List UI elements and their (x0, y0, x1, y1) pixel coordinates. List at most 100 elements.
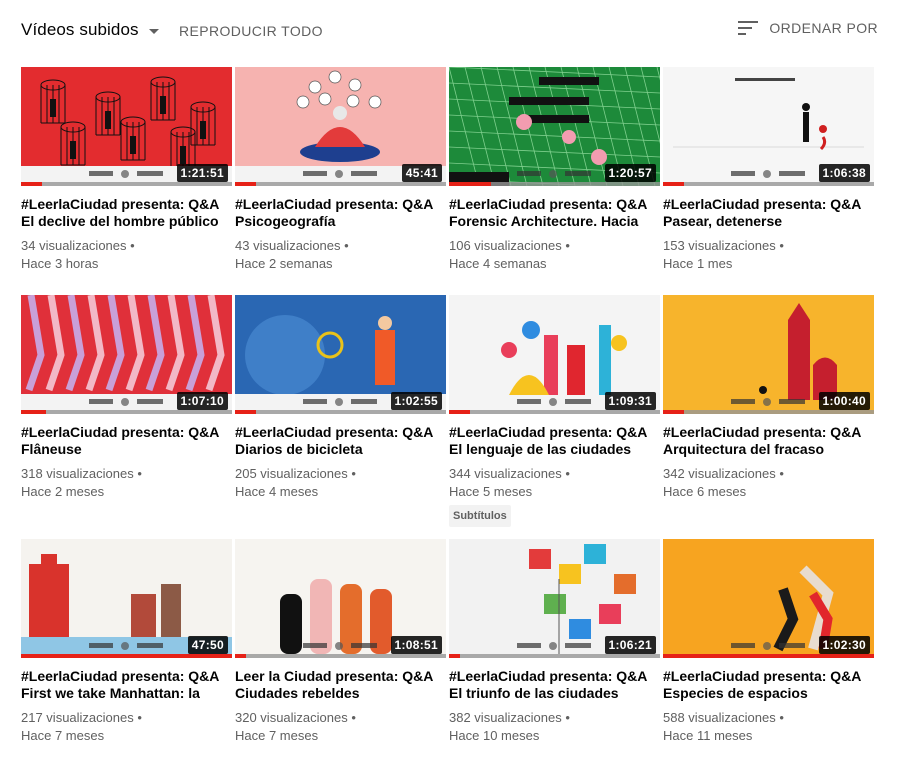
video-duration: 1:02:55 (390, 392, 442, 410)
video-thumbnail[interactable]: 1:00:40 (663, 295, 874, 414)
video-metadata: 320 visualizaciones • Hace 7 meses (235, 709, 446, 745)
video-metadata: 106 visualizaciones • Hace 4 semanas (449, 237, 660, 273)
video-title[interactable]: #LeerlaCiudad presenta: Q&A Arquitectura… (663, 424, 874, 458)
view-count: 588 visualizaciones (663, 710, 776, 725)
video-title[interactable]: #LeerlaCiudad presenta: Q&A El triunfo d… (449, 668, 660, 702)
play-all-button[interactable]: REPRODUCIR TODO (179, 23, 323, 39)
watch-progress-fill (21, 410, 47, 414)
watch-progress-bar (449, 182, 660, 186)
video-title[interactable]: #LeerlaCiudad presenta: Q&A El lenguaje … (449, 424, 660, 458)
upload-age: Hace 1 mes (663, 256, 733, 271)
video-duration: 1:08:51 (390, 636, 442, 654)
dropdown-caret-icon (148, 28, 159, 34)
view-count: 34 visualizaciones (21, 238, 127, 253)
video-duration: 1:07:10 (176, 392, 228, 410)
video-thumbnail[interactable]: 1:06:38 (663, 67, 874, 186)
cultura-fonca-logo (731, 398, 805, 406)
video-card: 1:20:57 #LeerlaCiudad presenta: Q&A Fore… (449, 67, 660, 273)
video-title[interactable]: #LeerlaCiudad presenta: Q&A El declive d… (21, 196, 232, 230)
video-metadata: 344 visualizaciones • Hace 5 meses Subtí… (449, 465, 660, 527)
video-card: 1:02:55 #LeerlaCiudad presenta: Q&A Diar… (235, 295, 446, 501)
video-card: 1:06:38 #LeerlaCiudad presenta: Q&A Pase… (663, 67, 874, 273)
video-title[interactable]: Leer la Ciudad presenta: Q&A Ciudades re… (235, 668, 446, 702)
separator-dot: • (561, 466, 570, 481)
separator-dot: • (347, 710, 356, 725)
upload-age: Hace 4 meses (235, 484, 319, 499)
video-duration: 1:02:30 (818, 636, 870, 654)
video-duration: 47:50 (187, 636, 228, 654)
cultura-fonca-logo (89, 170, 163, 178)
video-card: 1:02:30 #LeerlaCiudad presenta: Q&A Espe… (663, 539, 874, 745)
watch-progress-fill (449, 182, 492, 186)
cultura-fonca-logo (517, 642, 591, 650)
video-thumbnail[interactable]: 1:02:55 (235, 295, 446, 414)
video-thumbnail[interactable]: 1:08:51 (235, 539, 446, 658)
view-count: 217 visualizaciones (21, 710, 134, 725)
watch-progress-fill (21, 654, 232, 658)
toolbar: Vídeos subidos REPRODUCIR TODO ORDENAR P… (0, 0, 900, 62)
separator-dot: • (775, 466, 784, 481)
watch-progress-bar (663, 410, 874, 414)
upload-age: Hace 5 meses (449, 484, 533, 499)
view-count: 153 visualizaciones (663, 238, 776, 253)
video-thumbnail[interactable]: 45:41 (235, 67, 446, 186)
video-metadata: 382 visualizaciones • Hace 10 meses (449, 709, 660, 745)
watch-progress-fill (21, 182, 43, 186)
view-count: 344 visualizaciones (449, 466, 562, 481)
video-card: 1:08:51 Leer la Ciudad presenta: Q&A Ciu… (235, 539, 446, 745)
watch-progress-bar (663, 654, 874, 658)
video-metadata: 588 visualizaciones • Hace 11 meses (663, 709, 874, 745)
separator-dot: • (775, 710, 784, 725)
upload-age: Hace 10 meses (449, 728, 540, 743)
upload-age: Hace 7 meses (235, 728, 319, 743)
video-metadata: 342 visualizaciones • Hace 6 meses (663, 465, 874, 501)
watch-progress-fill (235, 654, 246, 658)
cultura-fonca-logo (303, 398, 377, 406)
video-title[interactable]: #LeerlaCiudad presenta: Q&A Especies de … (663, 668, 874, 702)
video-title[interactable]: #LeerlaCiudad presenta: Q&A Diarios de b… (235, 424, 446, 458)
separator-dot: • (347, 466, 356, 481)
video-thumbnail[interactable]: 1:21:51 (21, 67, 232, 186)
video-card: 1:00:40 #LeerlaCiudad presenta: Q&A Arqu… (663, 295, 874, 501)
video-title[interactable]: #LeerlaCiudad presenta: Q&A Flâneuse (21, 424, 232, 458)
video-title[interactable]: #LeerlaCiudad presenta: Q&A Forensic Arc… (449, 196, 660, 230)
cultura-fonca-logo (89, 642, 163, 650)
upload-age: Hace 3 horas (21, 256, 99, 271)
video-metadata: 318 visualizaciones • Hace 2 meses (21, 465, 232, 501)
sort-by-button[interactable]: ORDENAR POR (738, 20, 878, 36)
sort-icon (738, 21, 759, 35)
video-metadata: 153 visualizaciones • Hace 1 mes (663, 237, 874, 273)
video-thumbnail[interactable]: 47:50 (21, 539, 232, 658)
view-count: 342 visualizaciones (663, 466, 776, 481)
video-title[interactable]: #LeerlaCiudad presenta: Q&A Pasear, dete… (663, 196, 874, 230)
separator-dot: • (340, 238, 349, 253)
view-count: 318 visualizaciones (21, 466, 134, 481)
video-card: 45:41 #LeerlaCiudad presenta: Q&A Psicog… (235, 67, 446, 273)
video-metadata: 43 visualizaciones • Hace 2 semanas (235, 237, 446, 273)
video-thumbnail[interactable]: 1:07:10 (21, 295, 232, 414)
video-thumbnail[interactable]: 1:20:57 (449, 67, 660, 186)
watch-progress-bar (449, 410, 660, 414)
video-duration: 1:21:51 (176, 164, 228, 182)
watch-progress-bar (449, 654, 660, 658)
separator-dot: • (126, 238, 135, 253)
cultura-fonca-logo (731, 642, 805, 650)
watch-progress-bar (235, 654, 446, 658)
watch-progress-bar (235, 410, 446, 414)
video-title[interactable]: #LeerlaCiudad presenta: Q&A First we tak… (21, 668, 232, 702)
video-thumbnail[interactable]: 1:02:30 (663, 539, 874, 658)
cultura-fonca-logo (517, 170, 591, 178)
video-card: 1:06:21 #LeerlaCiudad presenta: Q&A El t… (449, 539, 660, 745)
video-title[interactable]: #LeerlaCiudad presenta: Q&A Psicogeograf… (235, 196, 446, 230)
watch-progress-fill (663, 654, 874, 658)
watch-progress-fill (663, 410, 685, 414)
uploads-sort-selector[interactable]: Vídeos subidos (21, 20, 159, 40)
cultura-fonca-logo (303, 642, 377, 650)
video-thumbnail[interactable]: 1:06:21 (449, 539, 660, 658)
video-duration: 1:09:31 (604, 392, 656, 410)
video-duration: 45:41 (401, 164, 442, 182)
video-thumbnail[interactable]: 1:09:31 (449, 295, 660, 414)
video-metadata: 217 visualizaciones • Hace 7 meses (21, 709, 232, 745)
watch-progress-fill (235, 410, 257, 414)
video-duration: 1:06:21 (604, 636, 656, 654)
